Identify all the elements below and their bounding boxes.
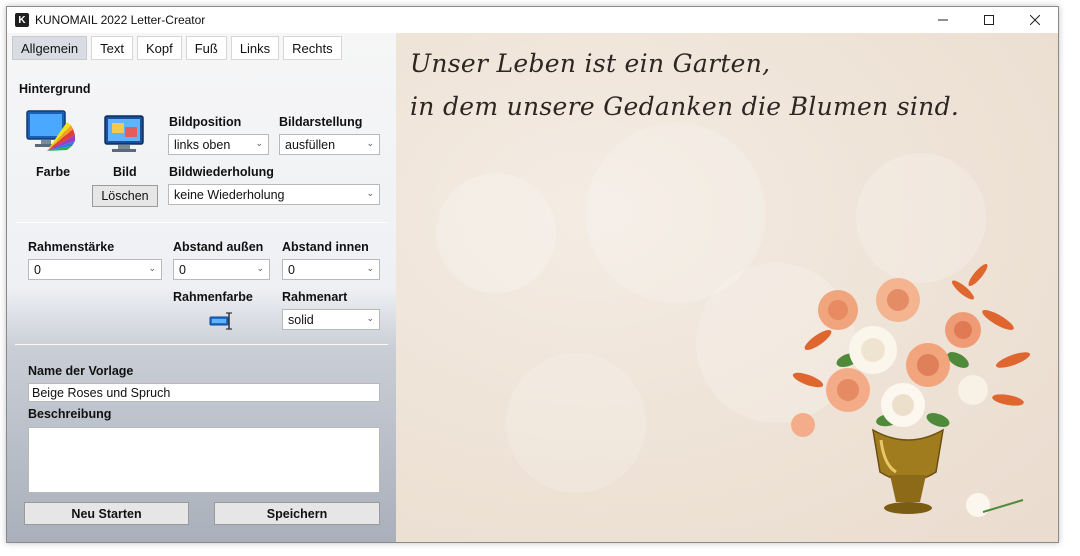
app-window: K KUNOMAIL 2022 Letter-Creator Allgemein… [6, 6, 1059, 543]
color-picker-icon [209, 312, 232, 330]
image-display-value: ausfüllen [285, 137, 336, 152]
image-repeat-label: Bildwiederholung [169, 165, 274, 179]
bokeh-decoration [436, 173, 556, 293]
outer-spacing-value: 0 [179, 262, 186, 277]
minimize-icon [938, 19, 948, 21]
frame-color-button[interactable] [209, 311, 235, 331]
image-position-value: links oben [174, 137, 231, 152]
chevron-down-icon: ⌄ [366, 313, 374, 323]
chevron-down-icon: ⌄ [366, 138, 374, 148]
description-textarea[interactable] [28, 427, 380, 493]
inner-spacing-label: Abstand innen [282, 240, 369, 254]
outer-spacing-label: Abstand außen [173, 240, 264, 254]
tab-bar: Allgemein Text Kopf Fuß Links Rechts [12, 36, 342, 60]
template-name-input[interactable]: Beige Roses und Spruch [28, 383, 380, 402]
maximize-icon [984, 15, 994, 25]
window-controls [920, 7, 1058, 33]
tab-links[interactable]: Links [230, 36, 280, 60]
title-bar: K KUNOMAIL 2022 Letter-Creator [7, 7, 1058, 33]
color-label: Farbe [36, 165, 71, 179]
settings-panel: Allgemein Text Kopf Fuß Links Rechts Hin… [7, 33, 396, 542]
frame-style-label: Rahmenart [282, 290, 348, 304]
frame-width-select[interactable]: 0 ⌄ [28, 259, 162, 280]
inner-spacing-select[interactable]: 0 ⌄ [282, 259, 380, 280]
tab-fuss[interactable]: Fuß [185, 36, 227, 60]
chevron-down-icon: ⌄ [148, 263, 156, 273]
image-display-select[interactable]: ausfüllen ⌄ [279, 134, 380, 155]
color-palette-icon [26, 110, 75, 151]
template-name-value: Beige Roses und Spruch [32, 385, 171, 400]
image-repeat-select[interactable]: keine Wiederholung ⌄ [168, 184, 380, 205]
inner-spacing-value: 0 [288, 262, 295, 277]
tab-text[interactable]: Text [91, 36, 133, 60]
image-position-select[interactable]: links oben ⌄ [168, 134, 269, 155]
save-button[interactable]: Speichern [214, 502, 380, 525]
close-button[interactable] [1012, 7, 1058, 33]
app-icon: K [15, 13, 29, 27]
image-repeat-value: keine Wiederholung [174, 187, 285, 202]
tab-rechts[interactable]: Rechts [283, 36, 342, 60]
letter-preview[interactable]: Unser Leben ist ein Garten, in dem unser… [396, 33, 1058, 542]
image-position-label: Bildposition [169, 115, 242, 129]
quote-line-1: Unser Leben ist ein Garten, [410, 49, 771, 78]
window-title: KUNOMAIL 2022 Letter-Creator [35, 13, 206, 27]
chevron-down-icon: ⌄ [366, 188, 374, 198]
close-icon [1030, 15, 1040, 25]
section-divider [15, 222, 388, 223]
image-label: Bild [113, 165, 137, 179]
delete-image-button[interactable]: Löschen [92, 185, 158, 207]
template-name-label: Name der Vorlage [28, 364, 134, 378]
frame-width-label: Rahmenstärke [28, 240, 115, 254]
maximize-button[interactable] [966, 7, 1012, 33]
background-heading: Hintergrund [19, 82, 91, 96]
image-display-label: Bildarstellung [279, 115, 363, 129]
frame-style-select[interactable]: solid ⌄ [282, 309, 380, 330]
minimize-button[interactable] [920, 7, 966, 33]
tab-allgemein[interactable]: Allgemein [12, 36, 88, 60]
frame-color-label: Rahmenfarbe [173, 290, 253, 304]
restart-button[interactable]: Neu Starten [24, 502, 189, 525]
image-button[interactable] [103, 113, 147, 157]
outer-spacing-select[interactable]: 0 ⌄ [173, 259, 270, 280]
rose-bouquet-image [778, 250, 1038, 530]
bokeh-decoration [506, 353, 646, 493]
section-divider [15, 344, 388, 345]
frame-width-value: 0 [34, 262, 41, 277]
quote-line-2: in dem unsere Gedanken die Blumen sind. [410, 92, 960, 121]
chevron-down-icon: ⌄ [366, 263, 374, 273]
color-palette-button[interactable] [25, 107, 77, 157]
description-label: Beschreibung [28, 407, 112, 421]
chevron-down-icon: ⌄ [256, 263, 264, 273]
chevron-down-icon: ⌄ [255, 138, 263, 148]
frame-style-value: solid [288, 312, 314, 327]
tab-kopf[interactable]: Kopf [136, 36, 182, 60]
monitor-image-icon [104, 115, 144, 152]
